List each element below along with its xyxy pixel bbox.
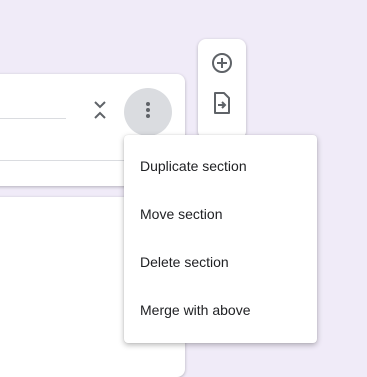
add-question-button[interactable] [210, 52, 234, 79]
menu-item-merge-with-above[interactable]: Merge with above [124, 286, 317, 334]
import-questions-button[interactable] [210, 91, 234, 119]
section-title-field[interactable] [0, 118, 66, 119]
menu-item-delete-section[interactable]: Delete section [124, 238, 317, 286]
menu-item-label: Move section [140, 206, 223, 222]
menu-item-duplicate-section[interactable]: Duplicate section [124, 142, 317, 190]
menu-item-move-section[interactable]: Move section [124, 190, 317, 238]
more-options-button[interactable] [124, 88, 172, 136]
collapse-section-button[interactable] [90, 100, 110, 124]
menu-item-label: Delete section [140, 254, 229, 270]
section-options-menu: Duplicate section Move section Delete se… [124, 135, 317, 343]
more-vert-icon [146, 101, 150, 123]
menu-item-label: Duplicate section [140, 158, 247, 174]
unfold-less-icon [93, 100, 107, 125]
import-file-icon [213, 91, 231, 119]
add-circle-icon [211, 52, 233, 79]
menu-item-label: Merge with above [140, 302, 251, 318]
floating-toolbar [198, 39, 246, 139]
